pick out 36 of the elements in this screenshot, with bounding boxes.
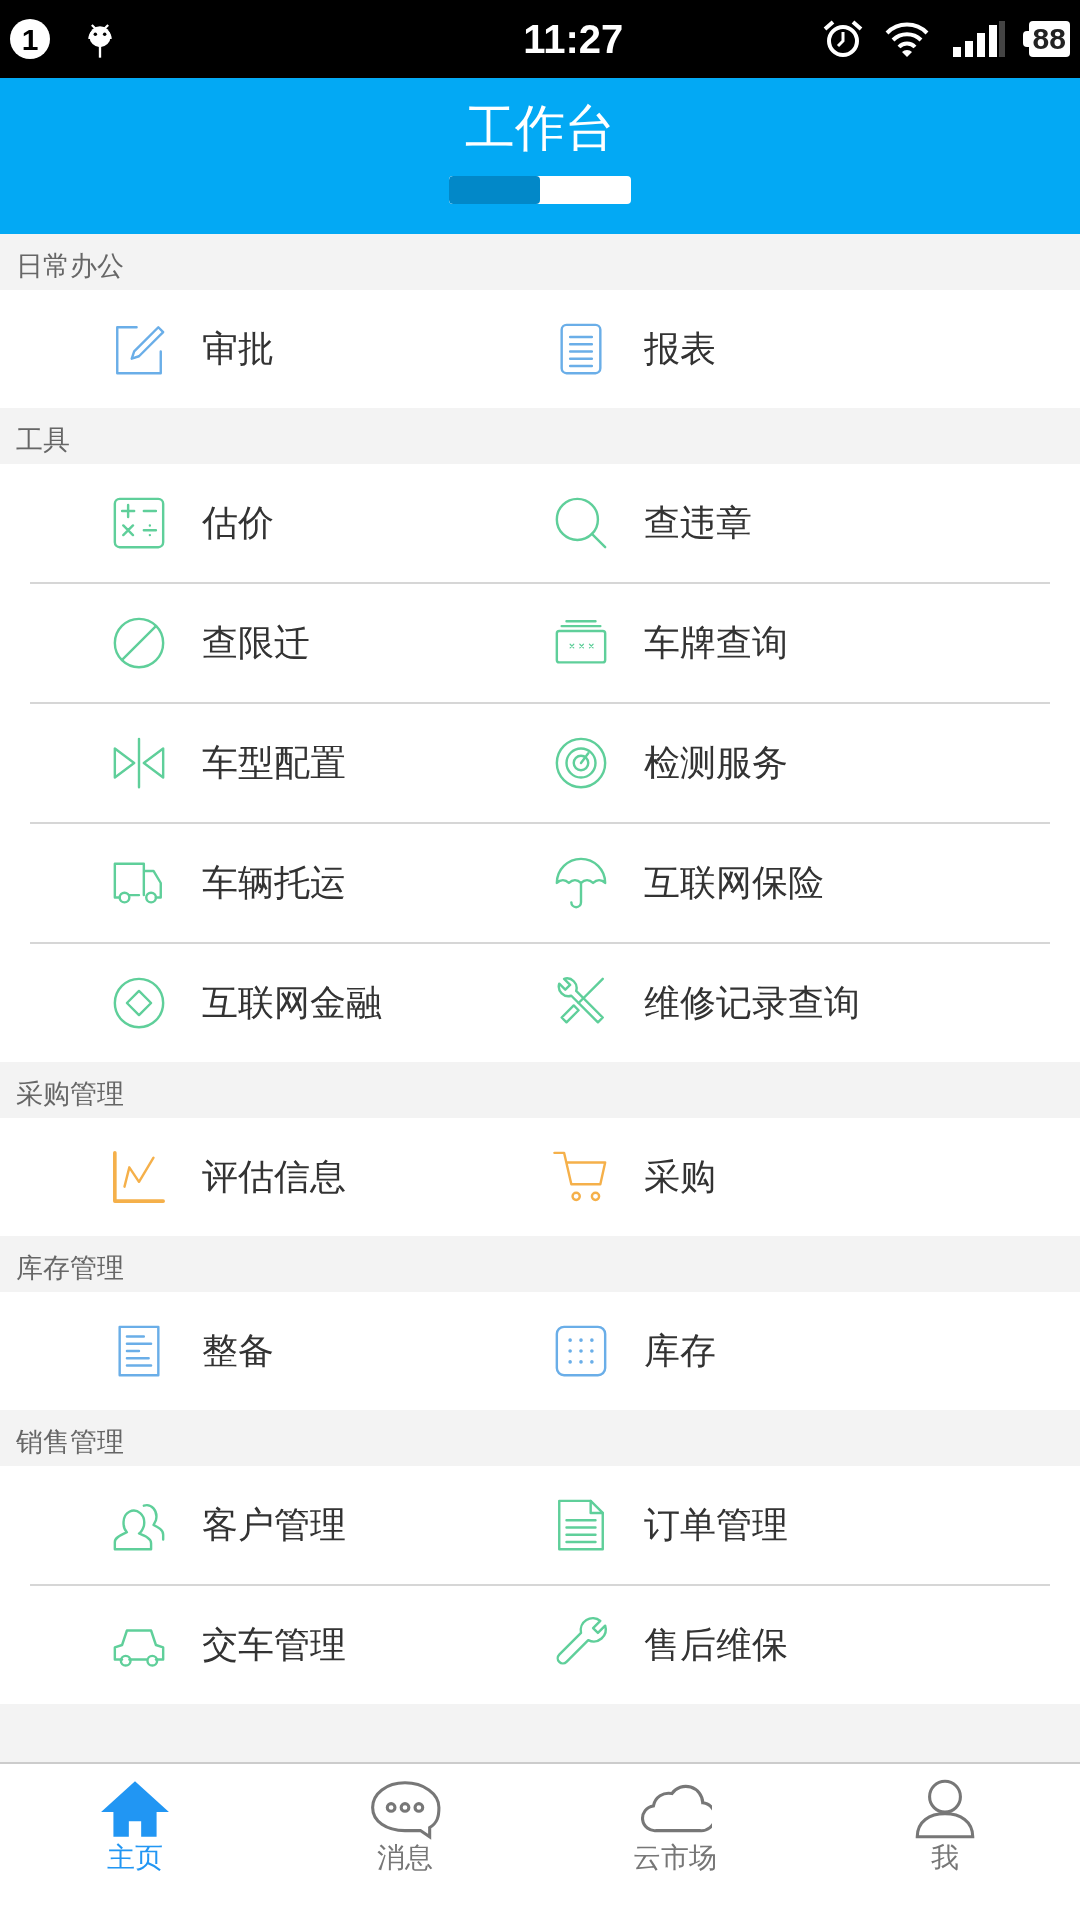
signal-icon bbox=[950, 19, 1007, 59]
clock-time: 11:27 bbox=[522, 16, 624, 63]
section-heading: 工具 bbox=[16, 423, 70, 457]
section-heading: 日常办公 bbox=[16, 249, 124, 283]
menu-item[interactable]: 评估信息 bbox=[0, 1118, 540, 1236]
menu-item[interactable]: 订单管理 bbox=[540, 1466, 1080, 1584]
section-heading: 采购管理 bbox=[16, 1077, 124, 1111]
page-title: 工作台 bbox=[465, 99, 615, 158]
menu-item[interactable]: 估价 bbox=[0, 464, 540, 582]
notification-badge: 1 bbox=[10, 19, 50, 59]
tab[interactable]: 云市场 bbox=[540, 1764, 810, 1920]
menu-item[interactable]: 审批 bbox=[0, 290, 540, 408]
chat-icon bbox=[368, 1778, 442, 1840]
menu-item[interactable]: 查违章 bbox=[540, 464, 1080, 582]
menu-item[interactable]: 报表 bbox=[540, 290, 1080, 408]
menu-item[interactable]: 互联网保险 bbox=[540, 824, 1080, 942]
menu-item[interactable]: 库存 bbox=[540, 1292, 1080, 1410]
menu-item[interactable]: 查限迁 bbox=[0, 584, 540, 702]
menu-item[interactable]: 交车管理 bbox=[0, 1586, 540, 1704]
tab[interactable]: 我 bbox=[810, 1764, 1080, 1920]
section-heading: 库存管理 bbox=[16, 1251, 124, 1285]
menu-item[interactable]: 售后维保 bbox=[540, 1586, 1080, 1704]
menu-item[interactable]: 检测服务 bbox=[540, 704, 1080, 822]
chart-icon bbox=[110, 1148, 168, 1206]
battery-indicator: 88 bbox=[1022, 21, 1070, 57]
menu-item[interactable]: 车辆托运 bbox=[0, 824, 540, 942]
menu-item[interactable]: 整备 bbox=[0, 1292, 540, 1410]
menu-item[interactable]: 采购 bbox=[540, 1118, 1080, 1236]
menu-item[interactable]: 维修记录查询 bbox=[540, 944, 1080, 1062]
menu-item[interactable]: 客户管理 bbox=[0, 1466, 540, 1584]
menu-item[interactable]: 车型配置 bbox=[0, 704, 540, 822]
alarm-icon bbox=[822, 19, 863, 59]
menu-item[interactable]: 车牌查询 bbox=[540, 584, 1080, 702]
menu-item[interactable]: 互联网金融 bbox=[0, 944, 540, 1062]
section-heading: 销售管理 bbox=[16, 1425, 124, 1459]
tab[interactable]: 消息 bbox=[270, 1764, 540, 1920]
